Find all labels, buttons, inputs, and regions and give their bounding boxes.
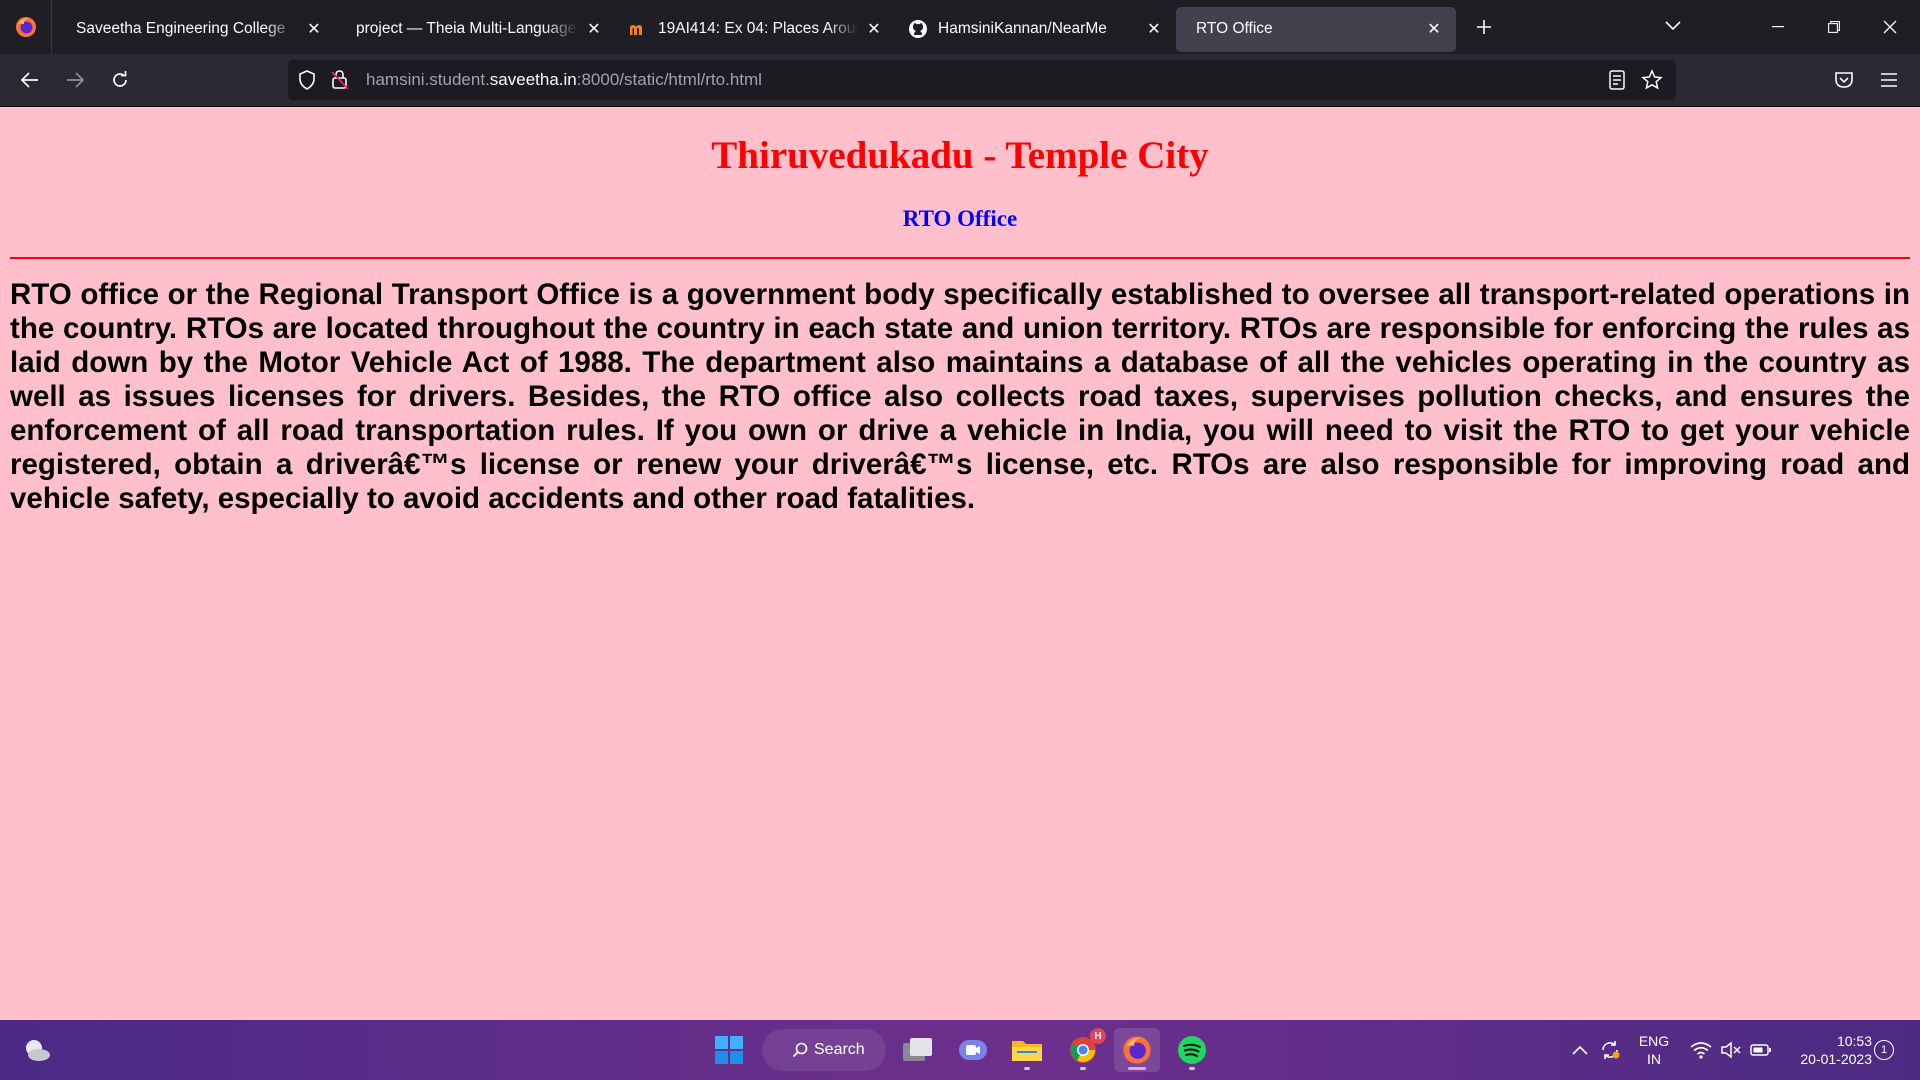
spotify-icon <box>1178 1036 1206 1064</box>
clock[interactable]: 10:53 20-01-2023 <box>1784 1032 1872 1068</box>
taskbar-search[interactable]: Search <box>762 1029 886 1071</box>
close-icon[interactable]: ✕ <box>584 19 604 39</box>
clock-time: 10:53 <box>1836 1033 1872 1049</box>
pocket-icon <box>1835 72 1853 88</box>
tab-label: project — Theia Multi-Language Ex <box>356 20 578 37</box>
url-text[interactable]: hamsini.student.saveetha.in:8000/static/… <box>366 70 762 90</box>
pocket-button[interactable] <box>1826 62 1862 98</box>
insecure-lock-icon[interactable] <box>330 69 350 96</box>
tab-github[interactable]: HamsiniKannan/NearMe ✕ <box>896 7 1176 52</box>
close-icon[interactable]: ✕ <box>1424 19 1444 39</box>
tab-theia[interactable]: project — Theia Multi-Language Ex ✕ <box>336 7 616 52</box>
restore-icon <box>1828 21 1840 33</box>
running-indicator <box>1080 1067 1086 1070</box>
folder-icon <box>1012 1041 1042 1061</box>
close-window-button[interactable] <box>1862 0 1918 54</box>
url-prefix: hamsini.student. <box>366 70 490 89</box>
shield-icon[interactable] <box>298 70 316 95</box>
notification-badge[interactable]: 1 <box>1874 1040 1894 1060</box>
chrome-button[interactable]: H <box>1060 1028 1106 1072</box>
windows-logo-icon <box>715 1036 743 1064</box>
task-view-button[interactable] <box>895 1028 941 1072</box>
web-page-content: Thiruvedukadu - Temple City RTO Office R… <box>0 107 1920 1020</box>
minimize-icon <box>1772 26 1784 28</box>
reader-view-icon[interactable] <box>1608 70 1626 95</box>
profile-badge: H <box>1090 1028 1106 1044</box>
file-explorer-button[interactable] <box>1004 1028 1050 1072</box>
body-paragraph: RTO office or the Regional Transport Off… <box>10 278 1910 515</box>
tab-label: HamsiniKannan/NearMe <box>938 20 1107 37</box>
forward-button[interactable] <box>57 62 93 98</box>
sync-icon <box>1602 1041 1620 1059</box>
github-icon <box>908 19 928 39</box>
spotify-button[interactable] <box>1169 1028 1215 1072</box>
page-heading: Thiruvedukadu - Temple City <box>711 134 1209 177</box>
firefox-view-button[interactable] <box>0 0 52 54</box>
page-subheading: RTO Office <box>902 206 1018 231</box>
url-path: :8000/static/html/rto.html <box>576 70 762 89</box>
chevron-up-icon <box>1572 1045 1588 1055</box>
restore-button[interactable] <box>1806 0 1862 54</box>
tab-strip: Saveetha Engineering College ✕ project —… <box>0 0 1920 54</box>
search-icon <box>792 1042 808 1058</box>
minimize-button[interactable] <box>1750 0 1806 54</box>
start-button[interactable] <box>706 1028 752 1072</box>
wifi-icon <box>1690 1042 1712 1059</box>
close-icon[interactable]: ✕ <box>864 19 884 39</box>
region-code: IN <box>1647 1051 1661 1067</box>
close-icon[interactable]: ✕ <box>304 19 324 39</box>
list-all-tabs-button[interactable] <box>1655 8 1691 44</box>
firefox-button[interactable] <box>1114 1028 1160 1072</box>
active-indicator <box>1128 1067 1146 1070</box>
sync-tray-button[interactable] <box>1590 1028 1630 1072</box>
running-indicator <box>1024 1067 1030 1070</box>
search-label: Search <box>814 1041 865 1058</box>
task-view-icon <box>903 1038 932 1061</box>
tab-moodle[interactable]: 19AI414: Ex 04: Places Around M ✕ <box>616 7 896 52</box>
navigation-toolbar: hamsini.student.saveetha.in:8000/static/… <box>0 54 1920 107</box>
close-icon[interactable]: ✕ <box>1144 19 1164 39</box>
chat-camera-icon <box>959 1040 987 1060</box>
tab-label: 19AI414: Ex 04: Places Around M <box>658 20 858 37</box>
firefox-icon <box>1123 1036 1151 1064</box>
tab-label: Saveetha Engineering College <box>76 20 286 37</box>
address-bar[interactable]: hamsini.student.saveetha.in:8000/static/… <box>288 60 1676 100</box>
plus-icon <box>1477 20 1491 34</box>
tab-label: RTO Office <box>1196 20 1273 37</box>
bookmark-star-icon[interactable] <box>1641 69 1663 96</box>
volume-muted-icon <box>1721 1041 1741 1059</box>
tab-rto-office[interactable]: RTO Office ✕ <box>1176 6 1456 52</box>
language-indicator[interactable]: ENG IN <box>1632 1032 1676 1068</box>
firefox-icon <box>15 17 36 37</box>
tab-saveetha[interactable]: Saveetha Engineering College ✕ <box>56 7 336 52</box>
battery-icon <box>1750 1044 1771 1056</box>
chevron-down-icon <box>1665 21 1681 31</box>
running-indicator <box>1189 1067 1195 1070</box>
horizontal-rule <box>10 257 1910 259</box>
windows-taskbar: Search H ENG IN 10:53 20-01-2023 1 <box>0 1020 1920 1080</box>
quick-settings-button[interactable] <box>1676 1028 1786 1072</box>
url-domain: saveetha.in <box>489 70 577 89</box>
arrow-left-icon <box>21 72 38 88</box>
new-tab-button[interactable] <box>1464 7 1504 47</box>
reload-icon <box>113 71 127 87</box>
back-button[interactable] <box>12 62 48 98</box>
weather-cloud-icon <box>26 1040 50 1061</box>
clock-date: 20-01-2023 <box>1800 1051 1872 1067</box>
teams-chat-button[interactable] <box>950 1028 996 1072</box>
arrow-right-icon <box>67 72 84 88</box>
moodle-icon <box>628 19 648 39</box>
language-code: ENG <box>1638 1033 1670 1049</box>
close-icon <box>1883 20 1897 34</box>
hamburger-menu-icon <box>1881 73 1897 87</box>
reload-button[interactable] <box>102 62 138 98</box>
weather-widget[interactable] <box>14 1028 60 1072</box>
app-menu-button[interactable] <box>1871 62 1907 98</box>
